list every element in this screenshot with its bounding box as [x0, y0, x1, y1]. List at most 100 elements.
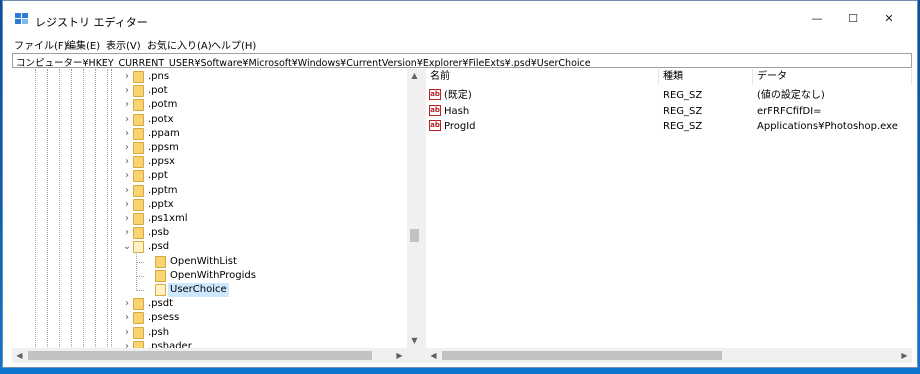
tree-item-label: .psd — [148, 241, 170, 253]
value-row[interactable]: ab (既定) REG_SZ (値の設定なし) — [426, 88, 912, 103]
tree-connector — [136, 261, 144, 263]
tree-item[interactable]: › .psh — [12, 326, 407, 340]
expand-icon[interactable]: › — [122, 297, 132, 311]
minimize-button[interactable]: — — [799, 1, 835, 35]
scroll-left-icon[interactable]: ◀ — [426, 350, 441, 362]
tree-item[interactable]: › .ppsm — [12, 141, 407, 155]
scroll-up-icon[interactable]: ▲ — [407, 70, 422, 82]
tree-item[interactable]: › .pptm — [12, 184, 407, 198]
menu-bar: ファイル(F) 編集(E) 表示(V) お気に入り(A) ヘルプ(H) — [3, 35, 917, 53]
tree-item-label: .ppam — [148, 127, 180, 139]
folder-icon — [133, 170, 144, 183]
tree-item-label: OpenWithList — [170, 255, 237, 267]
title-bar: レジストリ エディター — ☐ ✕ — [3, 1, 917, 35]
tree-item[interactable]: › .ppsx — [12, 155, 407, 169]
tree-item[interactable]: UserChoice — [12, 283, 407, 297]
tree-item-label: .psess — [148, 312, 180, 324]
tree-item[interactable]: › .pptx — [12, 198, 407, 212]
tree-item[interactable]: › .potm — [12, 98, 407, 112]
scroll-down-icon[interactable]: ▼ — [407, 335, 422, 347]
tree-item-label: OpenWithProgids — [170, 269, 256, 281]
tree-item[interactable]: › .ppam — [12, 127, 407, 141]
tree-horizontal-scrollbar[interactable]: ◀ ▶ — [12, 348, 422, 363]
column-header-name[interactable]: 名前 — [426, 69, 659, 85]
scroll-thumb[interactable] — [410, 229, 419, 242]
expand-icon[interactable]: › — [122, 127, 132, 141]
expand-icon[interactable]: › — [122, 226, 132, 240]
folder-icon — [133, 184, 144, 197]
tree-item[interactable]: › .pot — [12, 84, 407, 98]
expand-icon[interactable]: › — [122, 113, 132, 127]
value-row[interactable]: ab ProgId REG_SZ Applications¥Photoshop.exe — [426, 119, 912, 134]
address-bar[interactable]: コンピューター¥HKEY_CURRENT_USER¥Software¥Micro… — [12, 53, 912, 68]
expand-icon[interactable]: › — [122, 212, 132, 226]
expand-icon[interactable]: › — [122, 98, 132, 112]
tree-item[interactable]: › .pns — [12, 70, 407, 84]
menu-help[interactable]: ヘルプ(H) — [211, 37, 256, 52]
folder-icon — [133, 241, 144, 254]
tree-connector — [136, 290, 144, 291]
value-row[interactable]: ab Hash REG_SZ erFRFCfifDI= — [426, 104, 912, 119]
value-data: Applications¥Photoshop.exe — [757, 121, 898, 132]
scroll-thumb[interactable] — [442, 351, 722, 360]
menu-view[interactable]: 表示(V) — [106, 37, 141, 52]
tree-connector — [136, 275, 144, 277]
tree-item[interactable]: OpenWithProgids — [12, 269, 407, 283]
tree-item-label: .ppsx — [148, 156, 176, 168]
tree-item[interactable]: OpenWithList — [12, 255, 407, 269]
value-name: ProgId — [444, 121, 476, 132]
expand-icon[interactable]: › — [122, 70, 132, 84]
column-header-data[interactable]: データ — [753, 69, 912, 85]
regedit-icon — [15, 13, 28, 24]
folder-icon — [133, 227, 144, 240]
expand-icon[interactable]: › — [122, 326, 132, 340]
tree-item-label: .ppsm — [148, 142, 179, 153]
window-title: レジストリ エディター — [35, 16, 148, 29]
scroll-left-icon[interactable]: ◀ — [12, 350, 27, 362]
expand-icon[interactable]: › — [122, 311, 132, 325]
folder-icon — [155, 284, 166, 296]
scroll-right-icon[interactable]: ▶ — [897, 350, 912, 362]
expand-icon[interactable]: › — [122, 198, 132, 212]
expand-icon[interactable]: › — [122, 155, 132, 169]
key-tree-pane: › .pns › .pot › .potm › .potx › .ppam › .ppsm › .ppsx… — [12, 69, 422, 363]
folder-icon — [133, 127, 144, 140]
tree-item-label: .pptm — [148, 184, 178, 196]
maximize-icon: ☐ — [848, 11, 858, 25]
tree-item-label: .psb — [148, 227, 170, 239]
list-horizontal-scrollbar[interactable]: ◀ ▶ — [426, 348, 912, 363]
folder-icon — [133, 99, 144, 112]
collapse-icon[interactable]: ⌄ — [122, 240, 132, 254]
tree-item-label: .psh — [148, 326, 170, 338]
tree-item-label: .ps1xml — [148, 213, 188, 224]
scroll-right-icon[interactable]: ▶ — [392, 350, 407, 362]
menu-favorites[interactable]: お気に入り(A) — [147, 37, 212, 52]
value-type: REG_SZ — [663, 121, 703, 132]
value-type: REG_SZ — [663, 105, 703, 117]
folder-icon — [133, 213, 144, 225]
menu-file[interactable]: ファイル(F) — [14, 37, 68, 52]
folder-icon — [133, 113, 144, 126]
close-button[interactable]: ✕ — [871, 1, 907, 35]
close-icon: ✕ — [884, 11, 894, 25]
tree-item-label: .psdt — [148, 298, 174, 310]
expand-icon[interactable]: › — [122, 169, 132, 183]
menu-edit[interactable]: 編集(E) — [66, 37, 100, 52]
tree-vertical-scrollbar[interactable]: ▲ ▼ — [407, 69, 422, 348]
expand-icon[interactable]: › — [122, 184, 132, 198]
scroll-thumb[interactable] — [28, 351, 372, 360]
value-name: (既定) — [444, 90, 472, 101]
folder-icon — [133, 85, 144, 98]
tree-item[interactable]: ⌄ .psd — [12, 240, 407, 254]
tree-item[interactable]: › .ppt — [12, 169, 407, 183]
string-value-icon: ab — [429, 104, 441, 116]
expand-icon[interactable]: › — [122, 84, 132, 98]
tree-item[interactable]: › .psdt — [12, 297, 407, 311]
tree-item[interactable]: › .psess — [12, 311, 407, 325]
maximize-button[interactable]: ☐ — [835, 1, 871, 35]
column-header-type[interactable]: 種類 — [659, 69, 753, 85]
expand-icon[interactable]: › — [122, 141, 132, 155]
tree-item[interactable]: › .ps1xml — [12, 212, 407, 226]
tree-item[interactable]: › .psb — [12, 226, 407, 240]
tree-item[interactable]: › .potx — [12, 113, 407, 127]
